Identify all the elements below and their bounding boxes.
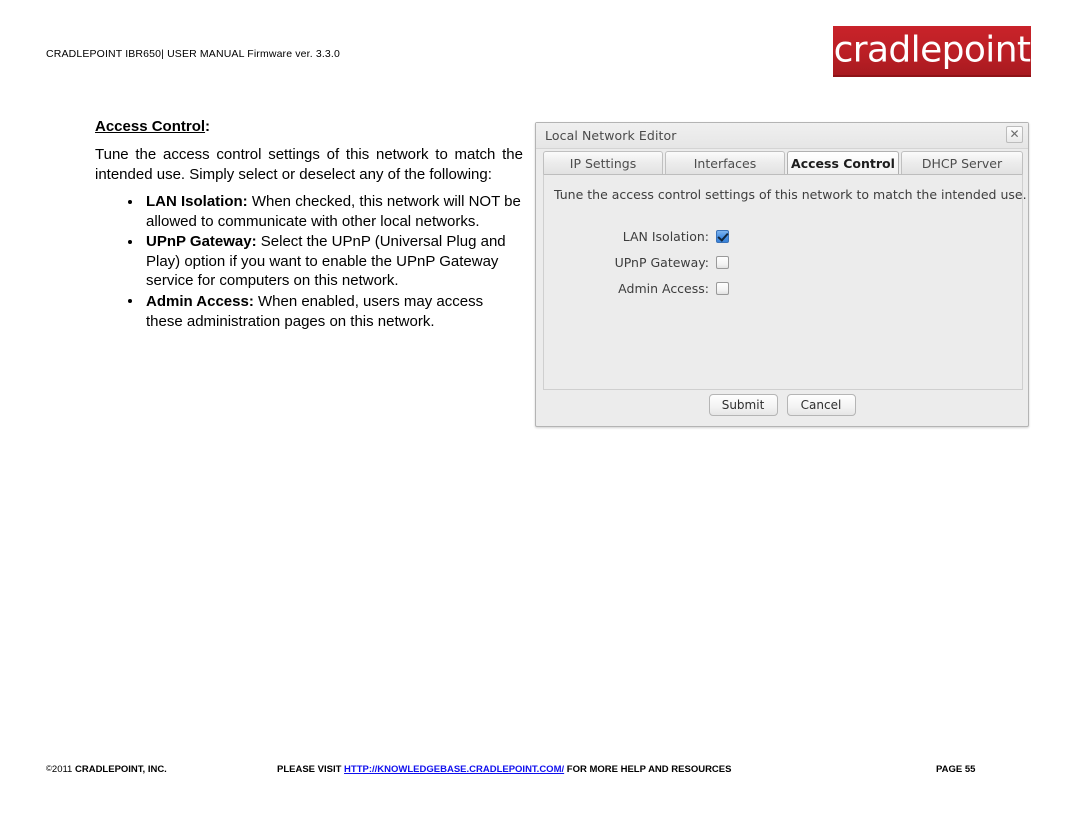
access-control-panel: Tune the access control settings of this…	[543, 174, 1027, 390]
list-item: LAN Isolation: When checked, this networ…	[95, 192, 523, 231]
logo-wordmark: cradlepoint	[833, 28, 1031, 70]
admin-access-checkbox[interactable]	[716, 281, 729, 295]
upnp-gateway-checkbox[interactable]	[716, 255, 729, 269]
bullet-dot-icon	[128, 199, 132, 204]
list-item-term: LAN Isolation:	[146, 193, 248, 210]
submit-button[interactable]: Submit	[708, 394, 778, 416]
field-row-lan-isolation: LAN Isolation:	[544, 223, 1022, 249]
list-item-term: Admin Access:	[146, 292, 254, 310]
footer-visit-prefix: PLEASE VISIT	[277, 764, 345, 775]
list-item: Admin Access: When enabled, users may ac…	[95, 292, 523, 331]
page-header: CRADLEPOINT IBR650| USER MANUAL Firmware…	[0, 0, 1080, 92]
feature-bullet-list: LAN Isolation: When checked, this networ…	[95, 192, 523, 331]
field-row-admin-access: Admin Access:	[544, 275, 1022, 301]
dialog-tab-strip: IP Settings Interfaces Access Control DH…	[543, 151, 1023, 175]
section-heading-colon: :	[205, 118, 211, 135]
footer-company: CRADLEPOINT, INC.	[74, 764, 167, 775]
close-icon[interactable]: ✕	[1006, 126, 1023, 143]
section-heading-label: Access Control	[95, 118, 206, 135]
footer-year: 2011	[51, 764, 73, 775]
field-row-upnp-gateway: UPnP Gateway:	[544, 249, 1022, 275]
tab-interfaces[interactable]: Interfaces	[665, 151, 785, 175]
local-network-editor-dialog: Local Network Editor ✕ IP Settings Inter…	[535, 122, 1029, 427]
footer-copyright: ©2011 CRADLEPOINT, INC.	[46, 764, 167, 775]
footer-page-number: PAGE 55	[936, 764, 976, 775]
manual-header-text: CRADLEPOINT IBR650| USER MANUAL Firmware…	[46, 48, 340, 60]
footer-visit-suffix: FOR MORE HELP AND RESOURCES	[564, 764, 732, 775]
dialog-title: Local Network Editor	[545, 128, 677, 143]
dialog-button-bar: Submit Cancel	[536, 394, 1028, 416]
cancel-button[interactable]: Cancel	[786, 394, 856, 416]
upnp-gateway-label: UPnP Gateway:	[614, 254, 709, 270]
intro-paragraph: Tune the access control settings of this…	[95, 146, 523, 183]
lan-isolation-checkbox[interactable]	[716, 229, 729, 243]
dialog-titlebar: Local Network Editor ✕	[536, 123, 1028, 149]
section-heading: Access Control:	[95, 118, 523, 136]
knowledgebase-link[interactable]: HTTP://KNOWLEDGEBASE.CRADLEPOINT.COM/	[344, 764, 564, 775]
access-control-fields: LAN Isolation: UPnP Gateway: Admin Acces…	[544, 223, 1022, 301]
list-item-term: UPnP Gateway:	[146, 233, 257, 251]
lan-isolation-label: LAN Isolation:	[622, 228, 709, 244]
list-item: UPnP Gateway: Select the UPnP (Universal…	[95, 232, 523, 291]
tab-dhcp-server[interactable]: DHCP Server	[901, 151, 1023, 175]
bullet-dot-icon	[128, 299, 132, 304]
footer-visit-line: PLEASE VISIT HTTP://KNOWLEDGEBASE.CRADLE…	[277, 764, 731, 775]
bullet-dot-icon	[128, 239, 132, 244]
cradlepoint-logo: cradlepoint	[833, 26, 1031, 77]
tab-ip-settings[interactable]: IP Settings	[543, 151, 663, 175]
page-footer: ©2011 CRADLEPOINT, INC. PLEASE VISIT HTT…	[0, 762, 1080, 782]
tab-access-control[interactable]: Access Control	[787, 151, 899, 175]
panel-description: Tune the access control settings of this…	[554, 187, 1027, 202]
admin-access-label: Admin Access:	[618, 280, 709, 296]
document-text-column: Access Control: Tune the access control …	[95, 118, 523, 332]
